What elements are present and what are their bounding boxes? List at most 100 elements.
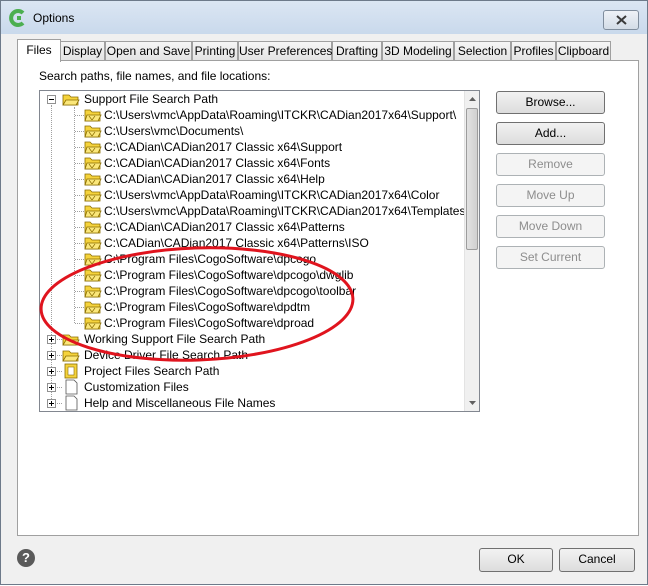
tab-3d-modeling[interactable]: 3D Modeling (382, 41, 454, 61)
tree-node[interactable]: Project Files Search Path (40, 363, 460, 379)
tree-connector (75, 115, 84, 116)
tree-connector (75, 163, 84, 164)
tree-path-label: C:\Users\vmc\AppData\Roaming\ITCKR\CADia… (104, 188, 440, 202)
tree-node[interactable]: Device Driver File Search Path (40, 347, 460, 363)
search-folder-icon (84, 173, 102, 186)
tree-path-item[interactable]: C:\Program Files\CogoSoftware\dpcogo\too… (40, 283, 460, 299)
options-dialog: Options Files Display Open and Save Prin… (0, 0, 648, 585)
document-icon (65, 395, 78, 411)
tab-clipboard[interactable]: Clipboard (556, 41, 611, 61)
tree-connector (75, 291, 84, 292)
close-button[interactable] (603, 10, 639, 30)
tree-path-label: C:\Program Files\CogoSoftware\dpcogo\dwg… (104, 268, 354, 282)
tab-printing[interactable]: Printing (192, 41, 238, 61)
tree-node-label: Customization Files (84, 380, 189, 394)
search-folder-icon (84, 237, 102, 250)
move-down-button[interactable]: Move Down (496, 215, 605, 238)
tab-profiles[interactable]: Profiles (511, 41, 556, 61)
expand-icon[interactable] (47, 383, 56, 392)
folder-icon (62, 334, 80, 346)
tree-path-label: C:\CADian\CADian2017 Classic x64\Fonts (104, 156, 331, 170)
tab-selection[interactable]: Selection (454, 41, 511, 61)
tree-path-item[interactable]: C:\Users\vmc\AppData\Roaming\ITCKR\CADia… (40, 107, 460, 123)
help-icon[interactable]: ? (17, 549, 35, 567)
tree-content: Support File Search Path C:\Users\vmc\Ap… (40, 91, 465, 411)
tree-path-item[interactable]: C:\Program Files\CogoSoftware\dpdtm (40, 299, 460, 315)
tree-path-item[interactable]: C:\CADian\CADian2017 Classic x64\Pattern… (40, 219, 460, 235)
collapse-icon[interactable] (47, 95, 56, 104)
tree-path-label: C:\Users\vmc\AppData\Roaming\ITCKR\CADia… (104, 108, 457, 122)
search-folder-icon (84, 221, 102, 234)
tree-path-item[interactable]: C:\CADian\CADian2017 Classic x64\Support (40, 139, 460, 155)
tree-path-item[interactable]: C:\Program Files\CogoSoftware\dpcogo (40, 251, 460, 267)
tree-connector (75, 243, 84, 244)
project-folder-icon (64, 363, 78, 379)
expand-icon[interactable] (47, 335, 56, 344)
tab-open-and-save[interactable]: Open and Save (105, 41, 192, 61)
tree-connector (75, 275, 84, 276)
expand-icon[interactable] (47, 399, 56, 408)
tree-path-item[interactable]: C:\Program Files\CogoSoftware\dpcogo\dwg… (40, 267, 460, 283)
ok-button[interactable]: OK (479, 548, 553, 572)
tab-files[interactable]: Files (17, 39, 61, 62)
scroll-thumb[interactable] (466, 108, 478, 250)
tree-node[interactable]: Working Support File Search Path (40, 331, 460, 347)
tab-user-preferences[interactable]: User Preferences (238, 41, 332, 61)
set-current-button[interactable]: Set Current (496, 246, 605, 269)
tree-vertical-scrollbar[interactable] (464, 91, 479, 411)
files-panel: Search paths, file names, and file locat… (17, 60, 639, 536)
panel-caption: Search paths, file names, and file locat… (39, 69, 271, 83)
expand-icon[interactable] (47, 367, 56, 376)
tree-node[interactable]: Customization Files (40, 379, 460, 395)
tree-path-label: C:\Users\vmc\Documents\ (104, 124, 244, 138)
search-folder-icon (84, 125, 102, 138)
search-folder-icon (84, 157, 102, 170)
tree-node-label: Support File Search Path (84, 92, 219, 106)
tree-connector (75, 307, 84, 308)
tree-path-item[interactable]: C:\Users\vmc\AppData\Roaming\ITCKR\CADia… (40, 203, 465, 219)
tree-node[interactable]: Help and Miscellaneous File Names (40, 395, 460, 411)
tree-node-label: Working Support File Search Path (84, 332, 266, 346)
tree-connector (75, 211, 84, 212)
document-icon (65, 379, 78, 395)
tree-path-item[interactable]: C:\Program Files\CogoSoftware\dproad (40, 315, 460, 331)
tab-drafting[interactable]: Drafting (332, 41, 382, 61)
cancel-button[interactable]: Cancel (559, 548, 635, 572)
search-folder-icon (84, 141, 102, 154)
scroll-down-arrow-icon[interactable] (465, 394, 480, 411)
tree-connector (75, 179, 84, 180)
search-folder-icon (84, 253, 102, 266)
tree-path-item[interactable]: C:\Users\vmc\Documents\ (40, 123, 460, 139)
scroll-up-arrow-icon[interactable] (465, 91, 480, 108)
tree-path-label: C:\Program Files\CogoSoftware\dproad (104, 316, 315, 330)
file-tree[interactable]: Support File Search Path C:\Users\vmc\Ap… (39, 90, 480, 412)
browse-button[interactable]: Browse... (496, 91, 605, 114)
tree-node-label: Help and Miscellaneous File Names (84, 396, 276, 410)
tree-path-item[interactable]: C:\CADian\CADian2017 Classic x64\Fonts (40, 155, 460, 171)
tree-path-label: C:\Program Files\CogoSoftware\dpcogo (104, 252, 317, 266)
add-button[interactable]: Add... (496, 122, 605, 145)
tree-connector (75, 147, 84, 148)
folder-icon (62, 350, 80, 362)
search-folder-icon (84, 269, 102, 282)
title-bar[interactable]: Options (1, 1, 647, 34)
tree-path-label: C:\CADian\CADian2017 Classic x64\Support (104, 140, 343, 154)
tree-path-label: C:\CADian\CADian2017 Classic x64\Help (104, 172, 325, 186)
tree-path-label: C:\Program Files\CogoSoftware\dpdtm (104, 300, 311, 314)
tree-path-item[interactable]: C:\Users\vmc\AppData\Roaming\ITCKR\CADia… (40, 187, 460, 203)
tree-path-item[interactable]: C:\CADian\CADian2017 Classic x64\Help (40, 171, 460, 187)
remove-button[interactable]: Remove (496, 153, 605, 176)
expand-icon[interactable] (47, 351, 56, 360)
search-folder-icon (84, 317, 102, 330)
cadian-logo-icon (9, 9, 25, 27)
move-up-button[interactable]: Move Up (496, 184, 605, 207)
tree-node-support-file-search-path[interactable]: Support File Search Path (40, 91, 460, 107)
tab-display[interactable]: Display (60, 41, 105, 61)
tree-connector (75, 227, 84, 228)
search-folder-icon (84, 285, 102, 298)
search-folder-icon (84, 205, 102, 218)
tree-path-label: C:\CADian\CADian2017 Classic x64\Pattern… (104, 220, 345, 234)
tree-path-label: C:\CADian\CADian2017 Classic x64\Pattern… (104, 236, 369, 250)
tree-path-item[interactable]: C:\CADian\CADian2017 Classic x64\Pattern… (40, 235, 460, 251)
search-folder-icon (84, 109, 102, 122)
